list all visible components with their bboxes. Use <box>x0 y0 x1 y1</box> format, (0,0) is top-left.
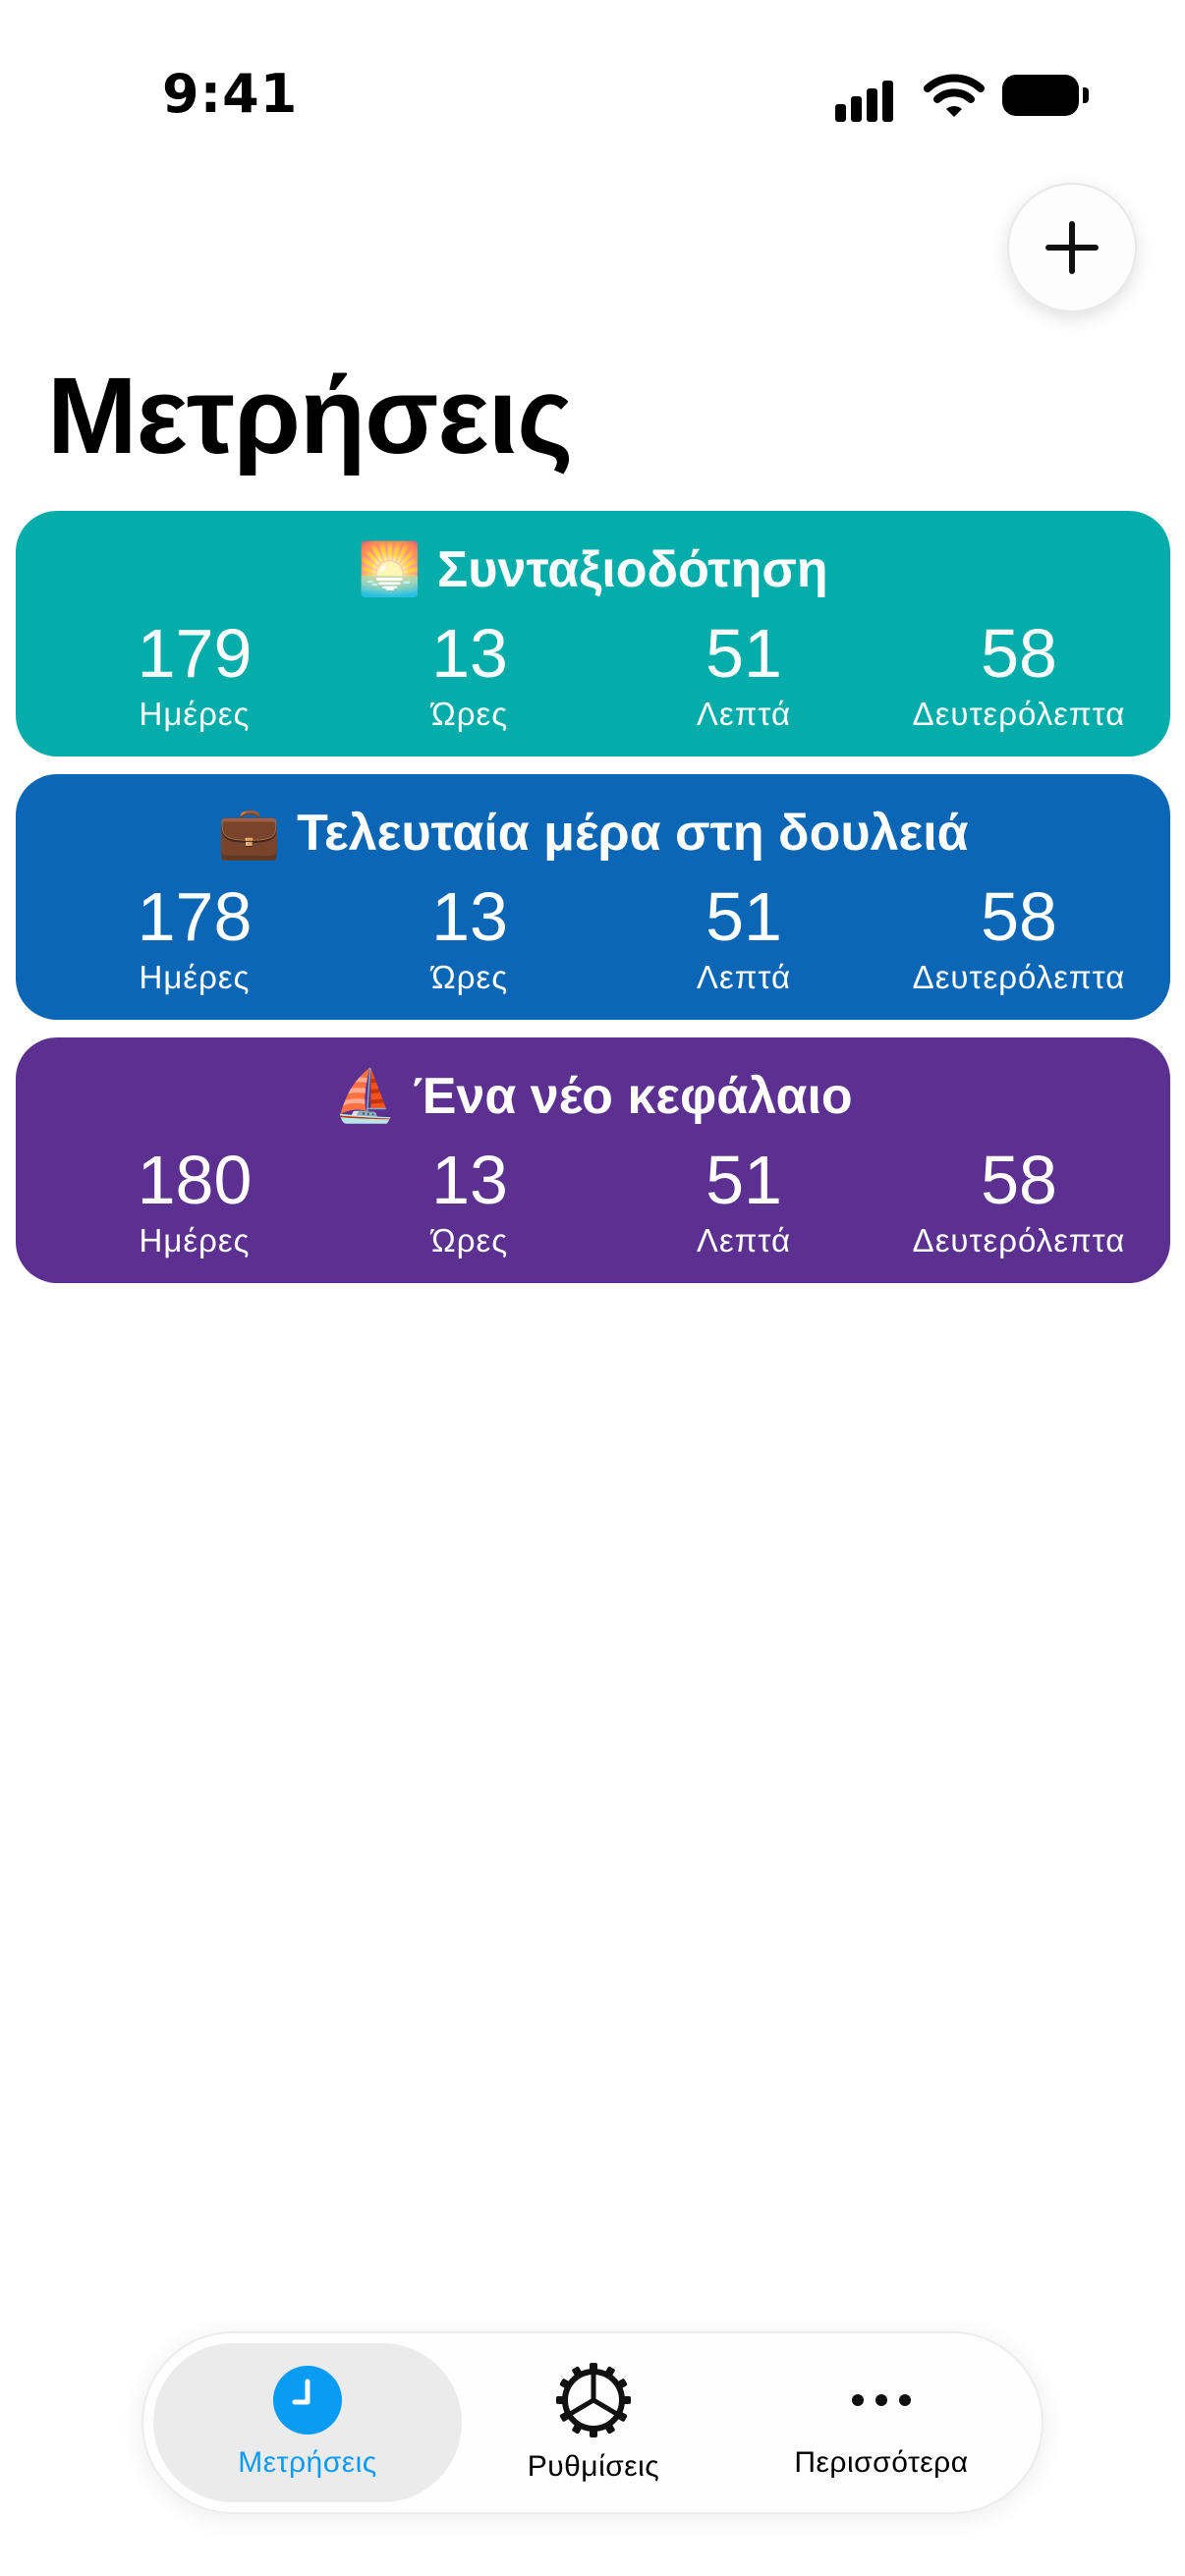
minutes-label: Λεπτά <box>696 1222 792 1259</box>
wifi-icon <box>924 74 985 117</box>
tab-label: Μετρήσεις <box>238 2446 377 2479</box>
minutes-label: Λεπτά <box>696 959 792 995</box>
days-unit: 180 Ημέρες <box>57 1146 332 1260</box>
seconds-label: Δευτερόλεπτα <box>912 1222 1126 1259</box>
minutes-label: Λεπτά <box>696 696 792 732</box>
counter-title-text: Ένα νέο κεφάλαιο <box>413 1068 853 1125</box>
clock-icon <box>273 2366 342 2435</box>
battery-icon <box>1002 75 1079 116</box>
counter-units: 178 Ημέρες 13 Ώρες 51 Λεπτά 58 Δευτερόλε… <box>16 882 1170 1000</box>
tab-counters[interactable]: Μετρήσεις <box>153 2343 462 2502</box>
page-title: Μετρήσεις <box>47 356 573 476</box>
hours-unit: 13 Ώρες <box>332 619 607 733</box>
seconds-unit: 58 Δευτερόλεπτα <box>881 882 1157 996</box>
days-value: 180 <box>137 1142 253 1218</box>
seconds-value: 58 <box>981 878 1057 955</box>
days-unit: 178 Ημέρες <box>57 882 332 996</box>
counter-title: 💼 Τελευταία μέρα στη δουλειά <box>16 804 1170 863</box>
status-icons <box>835 73 1091 122</box>
counter-card[interactable]: 💼 Τελευταία μέρα στη δουλειά 178 Ημέρες … <box>16 774 1170 1020</box>
more-icon <box>852 2394 911 2406</box>
days-label: Ημέρες <box>139 696 251 732</box>
sunrise-emoji-icon: 🌅 <box>358 541 423 598</box>
gear-icon <box>556 2363 631 2437</box>
counter-units: 179 Ημέρες 13 Ώρες 51 Λεπτά 58 Δευτερόλε… <box>16 619 1170 737</box>
minutes-unit: 51 Λεπτά <box>606 882 881 996</box>
sailboat-emoji-icon: ⛵ <box>333 1068 398 1125</box>
seconds-unit: 58 Δευτερόλεπτα <box>881 1146 1157 1260</box>
hours-unit: 13 Ώρες <box>332 882 607 996</box>
counter-title-text: Συνταξιοδότηση <box>437 541 828 598</box>
minutes-value: 51 <box>705 615 782 692</box>
hours-value: 13 <box>431 878 508 955</box>
days-value: 179 <box>137 615 253 692</box>
days-value: 178 <box>137 878 253 955</box>
tab-settings[interactable]: Ρυθμίσεις <box>456 2343 731 2502</box>
minutes-unit: 51 Λεπτά <box>606 619 881 733</box>
hours-value: 13 <box>431 1142 508 1218</box>
seconds-label: Δευτερόλεπτα <box>912 696 1126 732</box>
minutes-value: 51 <box>705 878 782 955</box>
battery-nub <box>1083 87 1089 103</box>
counter-title: 🌅 Συνταξιοδότηση <box>16 540 1170 599</box>
minutes-unit: 51 Λεπτά <box>606 1146 881 1260</box>
seconds-label: Δευτερόλεπτα <box>912 959 1126 995</box>
seconds-value: 58 <box>981 615 1057 692</box>
hours-label: Ώρες <box>430 1222 509 1259</box>
briefcase-emoji-icon: 💼 <box>217 805 282 862</box>
counter-title: ⛵ Ένα νέο κεφάλαιο <box>16 1067 1170 1126</box>
hours-label: Ώρες <box>430 696 509 732</box>
seconds-value: 58 <box>981 1142 1057 1218</box>
status-time: 9:41 <box>162 63 299 125</box>
seconds-unit: 58 Δευτερόλεπτα <box>881 619 1157 733</box>
counter-card[interactable]: 🌅 Συνταξιοδότηση 179 Ημέρες 13 Ώρες 51 Λ… <box>16 511 1170 756</box>
add-counter-button[interactable] <box>1007 183 1137 312</box>
plus-icon <box>1045 221 1099 274</box>
hours-value: 13 <box>431 615 508 692</box>
minutes-value: 51 <box>705 1142 782 1218</box>
tab-label: Ρυθμίσεις <box>527 2450 660 2483</box>
hours-unit: 13 Ώρες <box>332 1146 607 1260</box>
hours-label: Ώρες <box>430 959 509 995</box>
tab-more[interactable]: Περισσότερα <box>731 2343 1032 2502</box>
tab-label: Περισσότερα <box>794 2446 969 2479</box>
counter-card[interactable]: ⛵ Ένα νέο κεφάλαιο 180 Ημέρες 13 Ώρες 51… <box>16 1037 1170 1283</box>
counter-title-text: Τελευταία μέρα στη δουλειά <box>297 805 969 862</box>
days-unit: 179 Ημέρες <box>57 619 332 733</box>
counter-units: 180 Ημέρες 13 Ώρες 51 Λεπτά 58 Δευτερόλε… <box>16 1146 1170 1263</box>
tab-bar: Μετρήσεις Ρυθμίσεις Περισσότερα <box>141 2331 1044 2514</box>
days-label: Ημέρες <box>139 1222 251 1259</box>
days-label: Ημέρες <box>139 959 251 995</box>
